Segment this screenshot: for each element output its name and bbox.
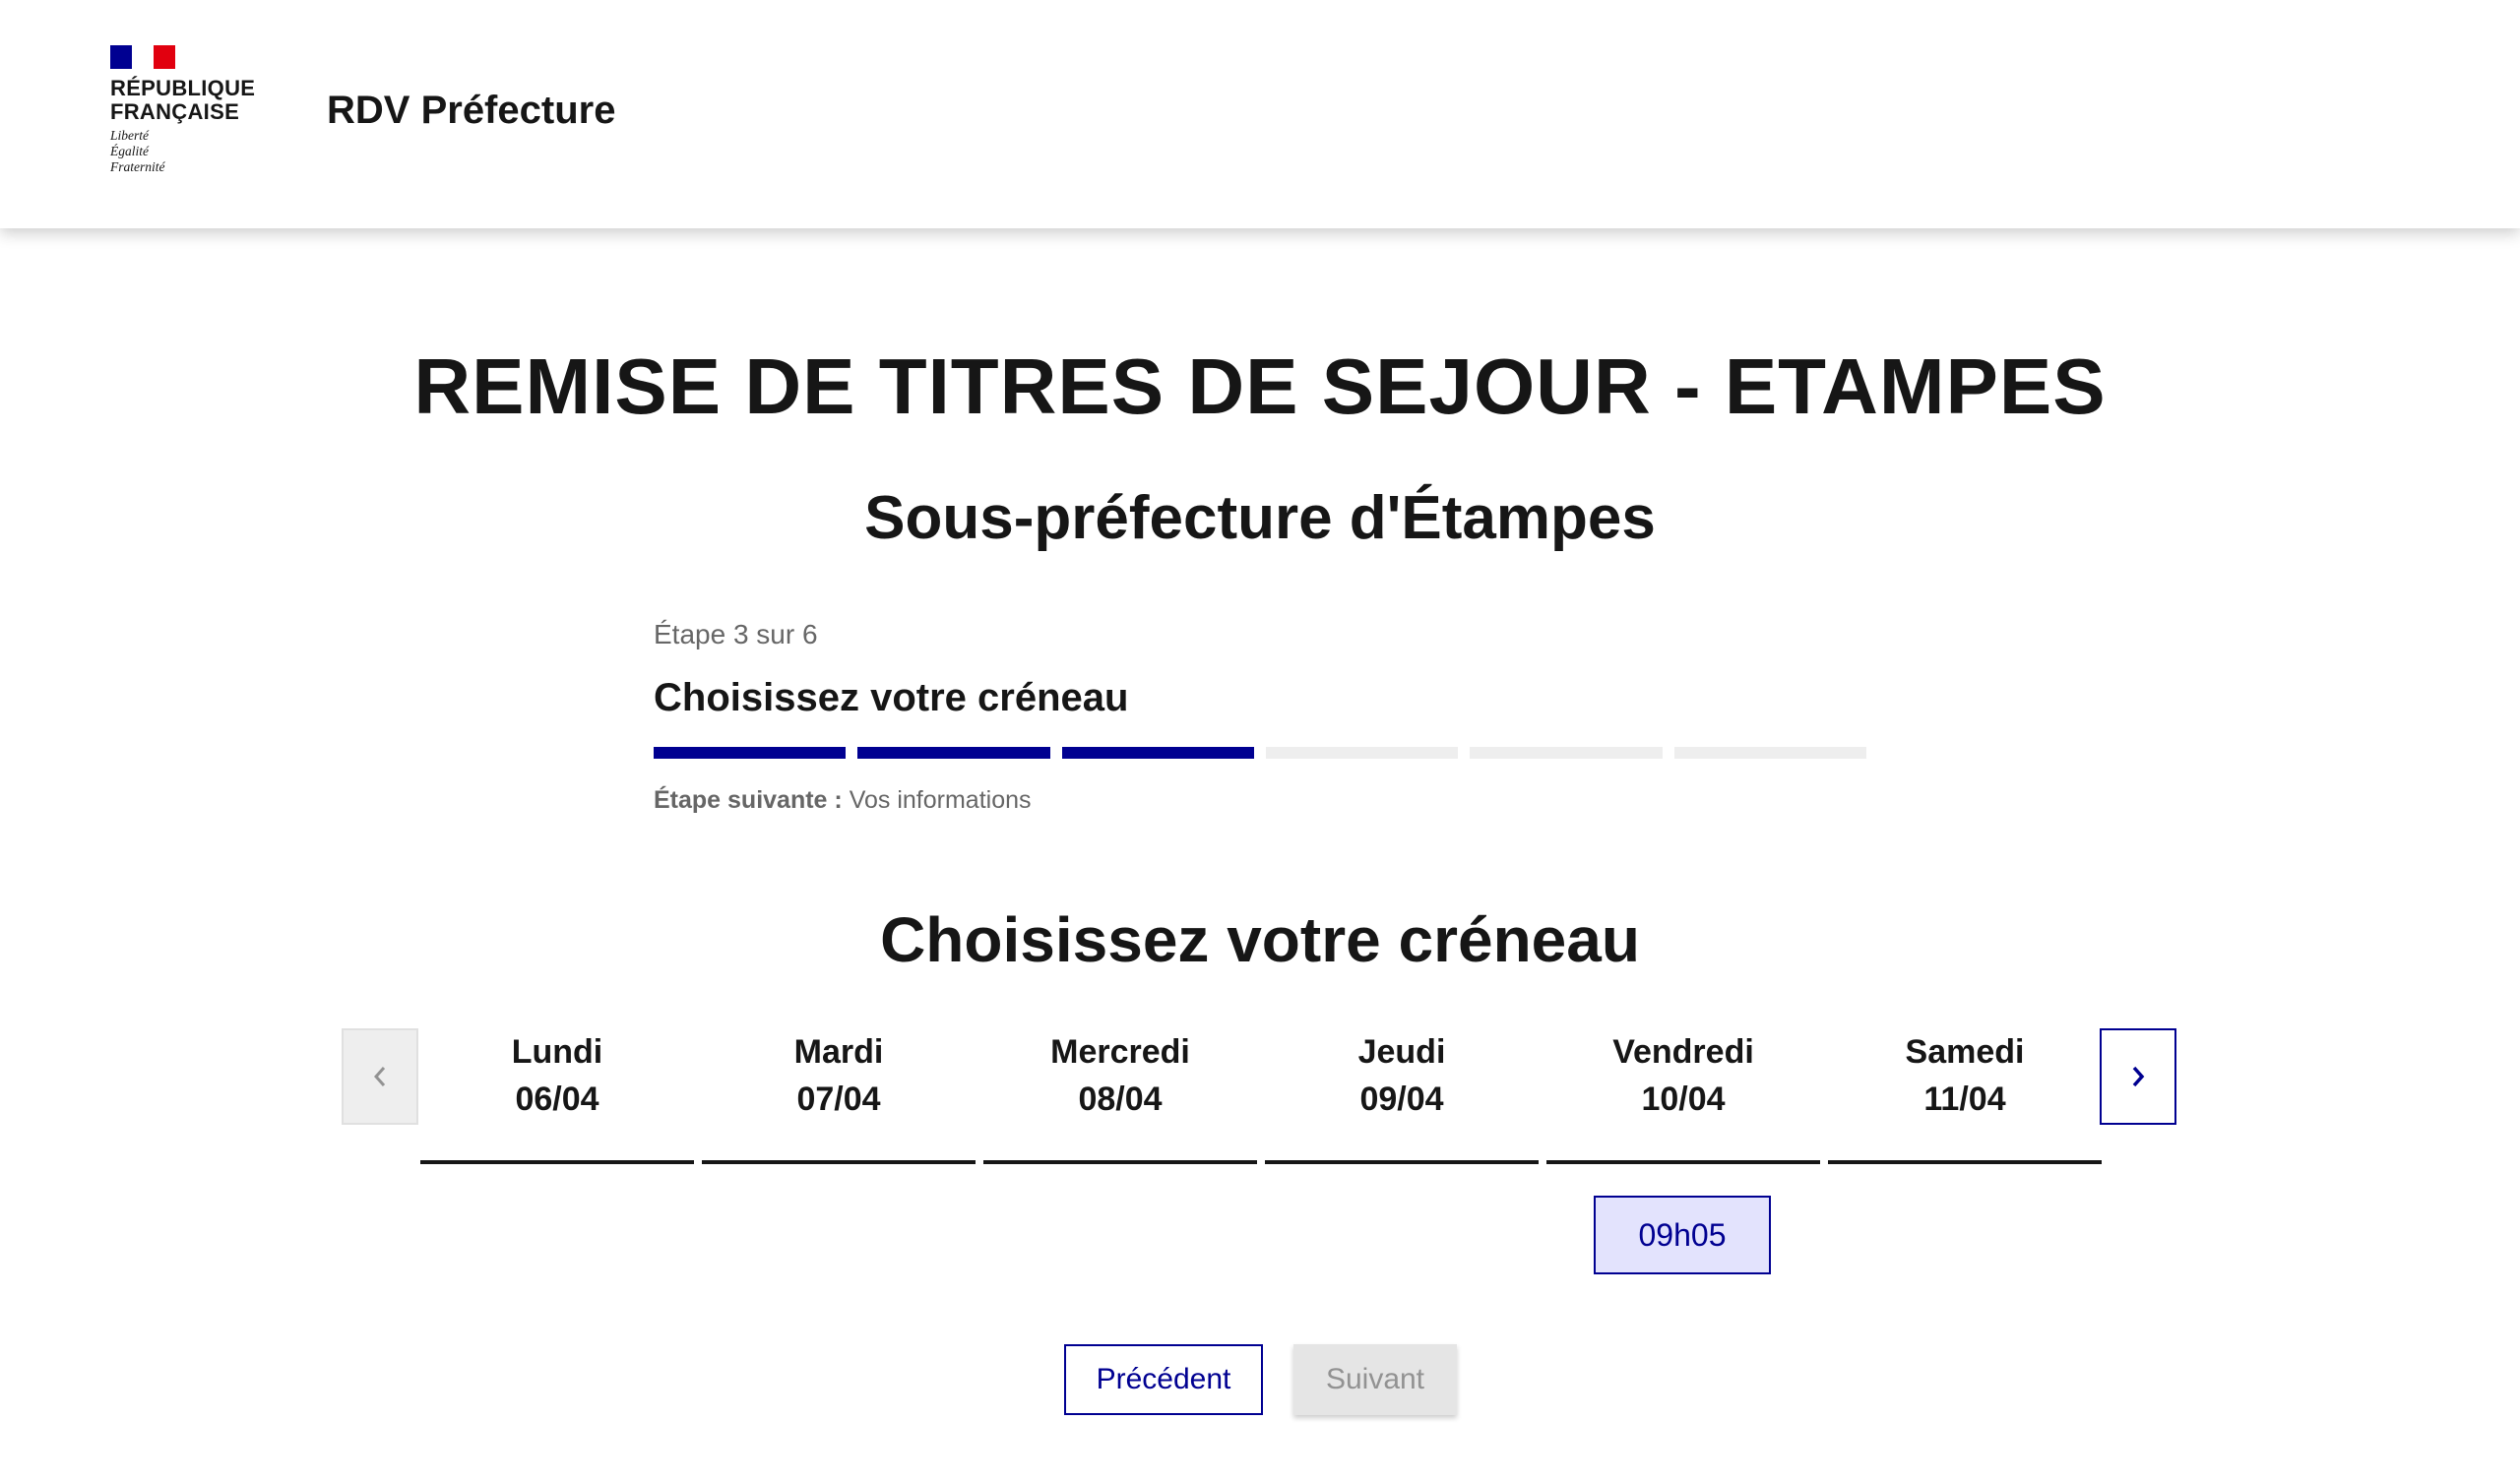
- day-underline: [1265, 1160, 1539, 1164]
- next-button[interactable]: Suivant: [1293, 1344, 1457, 1415]
- step-bar: [1470, 747, 1663, 759]
- page-title: REMISE DE TITRES DE SEJOUR - ETAMPES: [413, 342, 2107, 430]
- step-bar: [1265, 747, 1459, 759]
- step-bar: [1061, 747, 1254, 759]
- step-next-value: Vos informations: [849, 786, 1032, 814]
- day-name: Vendredi: [1612, 1033, 1754, 1071]
- day-date: 11/04: [1923, 1081, 2006, 1118]
- day-name: Samedi: [1905, 1033, 2025, 1071]
- day-date: 08/04: [1078, 1081, 1163, 1118]
- service-title[interactable]: RDV Préfecture: [327, 89, 615, 133]
- day-date: 10/04: [1641, 1081, 1726, 1118]
- chevron-left-icon: [373, 1067, 386, 1086]
- previous-button[interactable]: Précédent: [1064, 1344, 1263, 1415]
- motto-egalite: Égalité: [110, 144, 149, 158]
- step-next-label: Étape suivante :: [654, 786, 843, 814]
- stepper: Étape 3 sur 6 Choisissez votre créneau É…: [654, 617, 1866, 815]
- day-date: 09/04: [1359, 1081, 1444, 1118]
- day-date: 07/04: [796, 1081, 881, 1118]
- day-name: Mardi: [793, 1033, 884, 1071]
- day-name: Lundi: [511, 1033, 603, 1071]
- step-title: Choisissez votre créneau: [654, 676, 1129, 719]
- day-underline: [420, 1160, 694, 1164]
- day-column: Jeudi 09/04: [1265, 1028, 1539, 1164]
- site-header: RÉPUBLIQUE FRANÇAISE Liberté Égalité Fra…: [0, 0, 2520, 228]
- day-column: Lundi 06/04: [420, 1028, 694, 1164]
- step-bar: [1673, 747, 1866, 759]
- day-underline: [983, 1160, 1257, 1164]
- step-progress-bars: [654, 747, 1866, 759]
- step-bar: [857, 747, 1050, 759]
- next-week-button[interactable]: [2100, 1028, 2176, 1125]
- marianne-flag-icon: [110, 45, 175, 69]
- previous-week-button[interactable]: [342, 1028, 418, 1125]
- day-column: Mercredi 08/04: [983, 1028, 1257, 1164]
- page-subtitle: Sous-préfecture d'Étampes: [864, 484, 1656, 552]
- logo-text-line-2: FRANÇAISE: [110, 99, 240, 124]
- logo-text-line-1: RÉPUBLIQUE: [110, 76, 256, 100]
- day-underline: [1828, 1160, 2102, 1164]
- motto-liberte: Liberté: [110, 128, 149, 143]
- day-name: Mercredi: [1050, 1033, 1190, 1071]
- day-column: Samedi 11/04: [1828, 1028, 2102, 1164]
- step-next-info: Étape suivante : Vos informations: [654, 786, 1866, 815]
- day-column: Mardi 07/04: [702, 1028, 976, 1164]
- step-bar: [654, 747, 847, 759]
- day-date: 06/04: [515, 1081, 599, 1118]
- day-column: Vendredi 10/04: [1546, 1028, 1820, 1164]
- day-underline: [702, 1160, 976, 1164]
- day-name: Jeudi: [1357, 1033, 1446, 1071]
- day-underline: [1546, 1160, 1820, 1164]
- days-row: Lundi 06/04 Mardi 07/04 Mercredi 08/04 Jeudi 09…: [420, 1028, 2102, 1164]
- time-slot-button[interactable]: 09h05: [1594, 1196, 1771, 1274]
- step-state: Étape 3 sur 6: [654, 619, 818, 649]
- slots-section-title: Choisissez votre créneau: [880, 904, 1640, 975]
- chevron-right-icon: [2132, 1066, 2145, 1087]
- motto-fraternite: Fraternité: [110, 159, 165, 174]
- republique-francaise-logo[interactable]: RÉPUBLIQUE FRANÇAISE Liberté Égalité Fra…: [110, 45, 268, 188]
